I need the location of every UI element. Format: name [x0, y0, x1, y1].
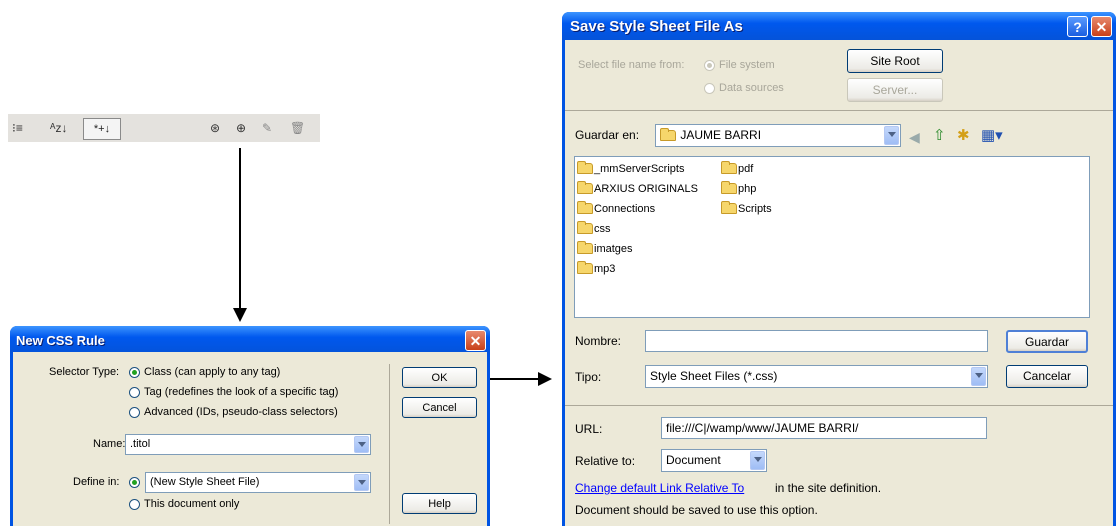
look-in-label: Guardar en: — [575, 128, 640, 142]
folder-icon — [577, 241, 593, 254]
top-divider — [565, 110, 1113, 111]
edit-style-icon[interactable]: ✎ — [262, 120, 272, 136]
folder-item[interactable]: php — [721, 181, 756, 196]
vertical-divider — [389, 364, 390, 524]
save-dialog-body: Select file name from: File system Data … — [565, 40, 1113, 526]
help-icon[interactable]: ? — [1067, 16, 1088, 37]
filetype-value: Style Sheet Files (*.css) — [650, 369, 778, 383]
folder-icon — [577, 261, 593, 274]
look-in-value: JAUME BARRI — [680, 128, 762, 142]
select-from-label: Select file name from: — [578, 59, 685, 71]
arrow-right-head — [538, 372, 552, 386]
dialog-title: Save Style Sheet File As — [570, 18, 743, 35]
radio-new-style-sheet[interactable] — [129, 477, 140, 488]
file-list[interactable]: _mmServerScripts ARXIUS ORIGINALS Connec… — [574, 156, 1090, 318]
help-button[interactable]: Help — [402, 493, 477, 514]
look-in-combobox[interactable]: JAUME BARRI — [655, 124, 901, 147]
name-value: .titol — [130, 438, 151, 450]
new-css-rule-dialog: New CSS Rule ✕ Selector Type: Class (can… — [10, 326, 490, 526]
save-note: Document should be saved to use this opt… — [575, 503, 818, 517]
delete-rule-icon[interactable]: 🗑 — [290, 120, 305, 136]
folder-icon — [721, 161, 737, 174]
radio-class[interactable] — [129, 367, 140, 378]
folder-icon — [660, 128, 676, 141]
chevron-down-icon[interactable] — [354, 436, 369, 453]
filename-label: Nombre: — [575, 334, 622, 348]
chevron-down-icon[interactable] — [354, 474, 369, 491]
radio-advanced-label: Advanced (IDs, pseudo-class selectors) — [144, 406, 338, 418]
chevron-down-icon[interactable] — [884, 126, 899, 145]
selector-type-label: Selector Type: — [49, 366, 120, 378]
css-panel-toolbar: ⁝≡ ᴬz↓ *+↓ ⊛ ⊕ ✎ 🗑 — [8, 114, 320, 142]
relative-to-label: Relative to: — [575, 454, 636, 468]
back-icon[interactable]: ◀ — [909, 129, 920, 145]
new-css-rule-icon[interactable]: ⊕ — [236, 120, 246, 136]
name-combobox[interactable]: .titol — [125, 434, 371, 455]
up-folder-icon[interactable]: ⇧ — [933, 128, 946, 144]
radio-class-label: Class (can apply to any tag) — [144, 366, 281, 378]
folder-icon — [577, 201, 593, 214]
sort-az-icon[interactable]: ᴬz↓ — [50, 120, 67, 136]
folder-item[interactable]: Scripts — [721, 201, 772, 216]
new-css-rule-titlebar: New CSS Rule ✕ — [10, 326, 490, 354]
define-in-label: Define in: — [73, 476, 120, 488]
chevron-down-icon[interactable] — [750, 451, 765, 470]
name-label: Name: — [93, 438, 126, 450]
new-css-rule-body: Selector Type: Class (can apply to any t… — [13, 352, 487, 526]
folder-icon — [577, 221, 593, 234]
folder-icon — [577, 181, 593, 194]
radio-data-sources[interactable] — [704, 83, 715, 94]
folder-icon — [577, 161, 593, 174]
define-in-value: (New Style Sheet File) — [150, 476, 260, 488]
radio-this-document-label: This document only — [144, 498, 240, 510]
filetype-label: Tipo: — [575, 370, 602, 384]
show-category-view-icon[interactable]: ⁝≡ — [12, 120, 23, 136]
close-button[interactable]: ✕ — [1091, 16, 1112, 37]
radio-file-system-label: File system — [719, 59, 775, 71]
change-link-suffix: in the site definition. — [775, 481, 882, 495]
radio-advanced[interactable] — [129, 407, 140, 418]
radio-data-sources-label: Data sources — [719, 82, 784, 94]
relative-to-select[interactable]: Document — [661, 449, 767, 472]
radio-file-system[interactable] — [704, 60, 715, 71]
folder-item[interactable]: pdf — [721, 161, 753, 176]
attach-style-sheet-icon[interactable]: ⊛ — [210, 120, 220, 136]
save-button[interactable]: Guardar — [1006, 330, 1088, 353]
change-link-relative-link[interactable]: Change default Link Relative To — [575, 481, 744, 495]
folder-item[interactable]: Connections — [577, 201, 655, 216]
site-root-button[interactable]: Site Root — [847, 49, 943, 73]
folder-item[interactable]: mp3 — [577, 261, 615, 276]
radio-tag-label: Tag (redefines the look of a specific ta… — [144, 386, 339, 398]
view-menu-icon[interactable]: ▦▾ — [981, 128, 1003, 144]
save-dialog-titlebar: Save Style Sheet File As ? ✕ — [562, 12, 1116, 40]
relative-to-value: Document — [666, 453, 721, 467]
new-folder-icon[interactable]: ✱ — [957, 128, 970, 144]
folder-item[interactable]: ARXIUS ORIGINALS — [577, 181, 698, 196]
server-button[interactable]: Server... — [847, 78, 943, 102]
cancel-button[interactable]: Cancelar — [1006, 365, 1088, 388]
folder-item[interactable]: css — [577, 221, 611, 236]
folder-icon — [721, 181, 737, 194]
show-set-properties-button[interactable]: *+↓ — [83, 118, 121, 140]
radio-this-document[interactable] — [129, 499, 140, 510]
folder-icon — [721, 201, 737, 214]
cancel-button[interactable]: Cancel — [402, 397, 477, 418]
arrow-down-head — [233, 308, 247, 322]
define-in-select[interactable]: (New Style Sheet File) — [145, 472, 371, 493]
radio-tag[interactable] — [129, 387, 140, 398]
folder-item[interactable]: _mmServerScripts — [577, 161, 684, 176]
filename-input[interactable] — [645, 330, 988, 352]
chevron-down-icon[interactable] — [971, 367, 986, 386]
close-button[interactable]: ✕ — [465, 330, 486, 351]
dialog-title: New CSS Rule — [16, 333, 105, 348]
folder-item[interactable]: imatges — [577, 241, 633, 256]
bottom-divider — [565, 405, 1113, 406]
save-style-sheet-dialog: Save Style Sheet File As ? ✕ Select file… — [562, 12, 1116, 526]
url-field[interactable]: file:///C|/wamp/www/JAUME BARRI/ — [661, 417, 987, 439]
ok-button[interactable]: OK — [402, 367, 477, 388]
filetype-select[interactable]: Style Sheet Files (*.css) — [645, 365, 988, 388]
url-label: URL: — [575, 422, 603, 436]
